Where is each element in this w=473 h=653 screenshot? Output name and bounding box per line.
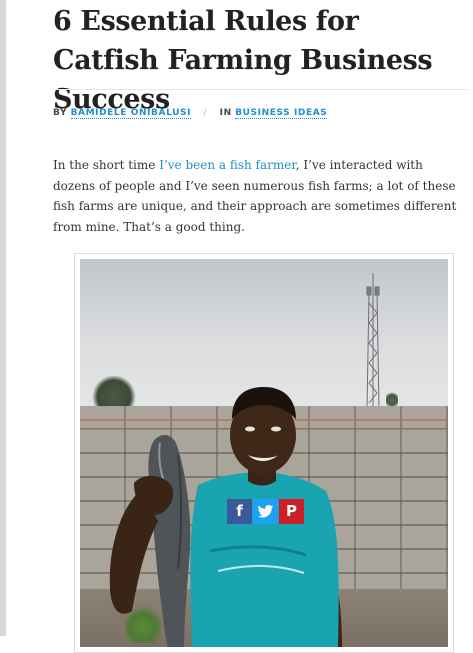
by-label: BY: [53, 108, 68, 118]
article-photo[interactable]: f P: [80, 259, 448, 647]
author-link[interactable]: BAMIDELE ONIBALUSI: [70, 108, 192, 119]
meta-separator: /: [203, 108, 208, 118]
article-meta: BY BAMIDELE ONIBALUSI / IN BUSINESS IDEA…: [53, 106, 328, 120]
pinterest-icon: P: [286, 502, 297, 520]
intro-paragraph: In the short time I’ve been a fish farme…: [53, 155, 465, 237]
facebook-share-button[interactable]: f: [227, 499, 252, 524]
in-label: IN: [219, 108, 232, 118]
article-figure: f P: [74, 253, 454, 653]
category-link[interactable]: BUSINESS IDEAS: [235, 108, 328, 119]
facebook-icon: f: [236, 502, 243, 520]
share-buttons: f P: [227, 499, 304, 525]
divider: [53, 89, 468, 90]
left-border: [0, 0, 6, 636]
article-title: 6 Essential Rules for Catfish Farming Bu…: [53, 6, 433, 115]
pinterest-share-button[interactable]: P: [279, 499, 304, 524]
man-holding-catfish-graphic: [109, 387, 342, 647]
fish-farmer-link[interactable]: I’ve been a fish farmer: [159, 158, 296, 172]
twitter-icon: [257, 505, 274, 518]
twitter-share-button[interactable]: [253, 499, 278, 524]
intro-text-start: In the short time: [53, 158, 160, 172]
